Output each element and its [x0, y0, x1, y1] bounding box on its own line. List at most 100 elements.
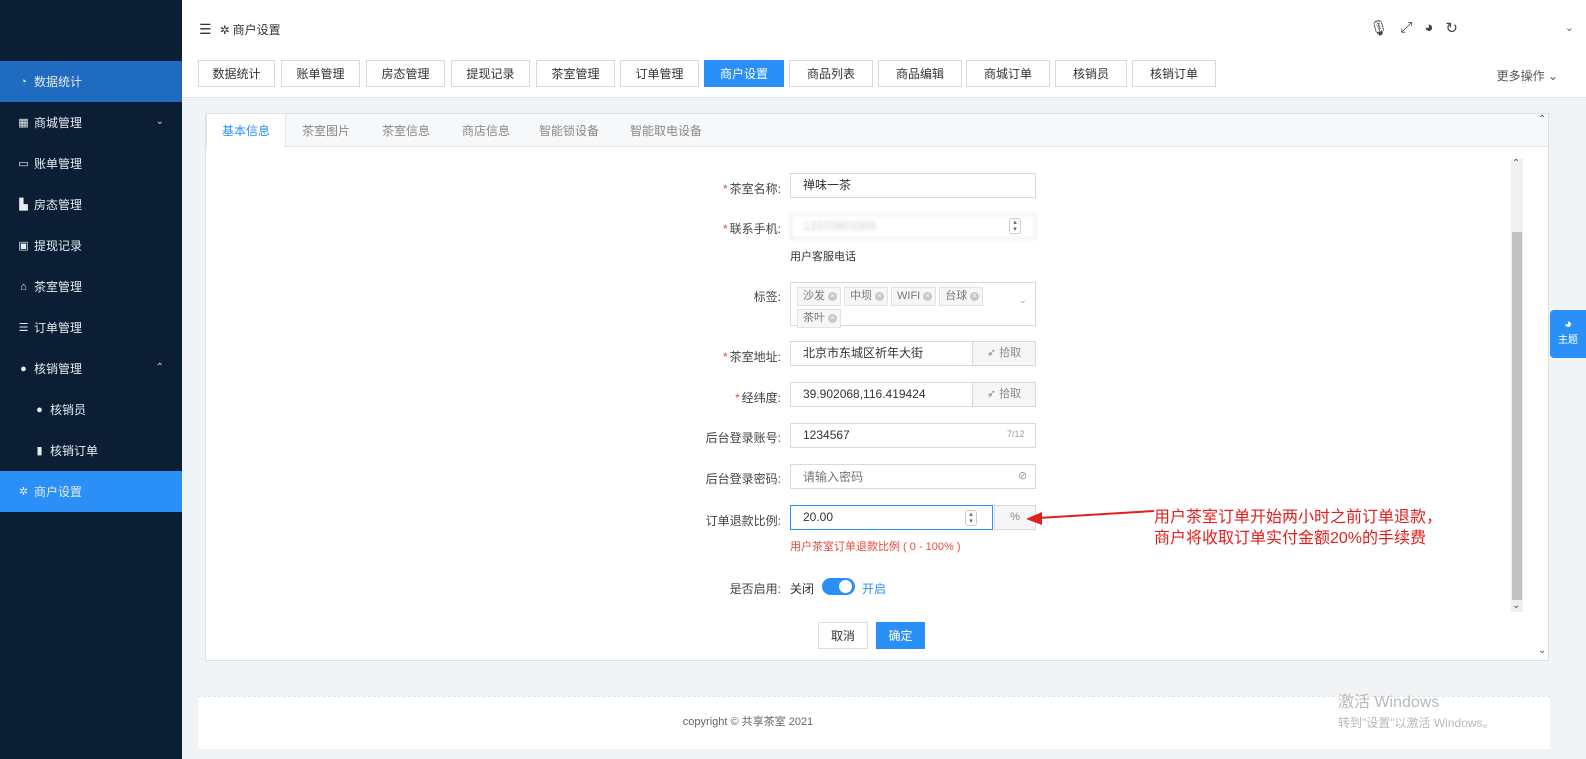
sidebar-item-tearoom[interactable]: ⌂ 茶室管理	[0, 266, 182, 307]
tab-tearoom[interactable]: 茶室管理	[536, 60, 615, 87]
tag-chip: 台球 ×	[939, 287, 984, 306]
tab-store-info[interactable]: 商店信息	[446, 114, 526, 146]
tab-product-list[interactable]: 商品列表	[789, 60, 873, 87]
cancel-button[interactable]: 取消	[818, 622, 868, 649]
tab-smart-lock[interactable]: 智能锁设备	[526, 114, 612, 146]
name-label: * 茶室名称:	[722, 182, 781, 196]
latlng-input[interactable]: 39.902068,116.419424	[790, 382, 973, 407]
tab-smart-power[interactable]: 智能取电设备	[612, 114, 720, 146]
page-tabs: 数据统计 账单管理 房态管理 提现记录 茶室管理 订单管理 商户设置 商品列表 …	[182, 52, 1586, 98]
close-icon[interactable]: ×	[828, 291, 837, 301]
watermark-line1: 激活 Windows	[1338, 694, 1440, 711]
dashboard-icon: ◔	[20, 75, 27, 88]
tab-mall-orders[interactable]: 商城订单	[966, 60, 1050, 87]
close-icon[interactable]: ×	[828, 313, 837, 323]
bill-icon: ▭	[18, 157, 29, 170]
refresh-icon[interactable]: ↻	[1445, 19, 1458, 37]
sidebar-item-label: 提现记录	[34, 239, 83, 253]
location-icon: ➶	[986, 347, 997, 359]
windows-watermark: 激活 Windows 转到"设置"以激活 Windows。	[1338, 688, 1495, 731]
refund-input[interactable]: 20.00	[790, 505, 993, 530]
account-counter: 7/12	[1007, 429, 1025, 439]
tab-verifier[interactable]: 核销员	[1055, 60, 1127, 87]
enable-toggle[interactable]	[822, 578, 855, 595]
footer-copyright: copyright © 共享茶室 2021	[682, 716, 814, 728]
tab-orders[interactable]: 订单管理	[620, 60, 699, 87]
chart-icon: ▙	[19, 198, 28, 211]
theme-tab[interactable]: ◕ 主题	[1550, 310, 1586, 358]
palette-icon[interactable]: ◕	[1424, 19, 1433, 37]
mic-off-icon[interactable]: 🎙	[1369, 19, 1388, 37]
sidebar-item-verify-orders[interactable]: ▮ 核销订单	[0, 430, 182, 471]
page-title: 商户设置	[232, 23, 281, 37]
settings-panel: 基本信息 茶室图片 茶室信息 商店信息 智能锁设备 智能取电设备 * 茶室名称: …	[205, 113, 1549, 661]
phone-input[interactable]: 13370903368	[790, 214, 1036, 239]
tab-merchant-settings[interactable]: 商户设置	[704, 60, 784, 87]
tab-bill[interactable]: 账单管理	[281, 60, 360, 87]
annotation-line1: 用户茶室订单开始两小时之前订单退款，	[1154, 509, 1443, 526]
close-icon[interactable]: ×	[923, 291, 933, 301]
tab-room-images[interactable]: 茶室图片	[286, 114, 366, 146]
trash-icon: ▮	[36, 444, 43, 457]
tags-select[interactable]: 沙发 × 中坝 × WIFI × 台球 × 茶叶 × ⌄	[790, 282, 1036, 328]
phone-stepper[interactable]: ▴ ▾	[1009, 218, 1021, 234]
sidebar-item-merchant-settings[interactable]: ✲ 商户设置	[0, 471, 182, 512]
sidebar-item-bill[interactable]: ▭ 账单管理	[0, 143, 182, 184]
tab-room-status[interactable]: 房态管理	[366, 60, 445, 87]
address-input[interactable]: 北京市东城区祈年大街	[790, 341, 973, 366]
name-input[interactable]: 禅味一茶	[790, 173, 1036, 198]
sidebar-item-label: 房态管理	[34, 198, 83, 212]
tab-room-info[interactable]: 茶室信息	[366, 114, 446, 146]
list-icon: ☰	[18, 321, 29, 334]
fullscreen-icon[interactable]: ⤢	[1400, 19, 1412, 37]
palette-icon: ◕	[1564, 316, 1572, 331]
inner-tabs: 基本信息 茶室图片 茶室信息 商店信息 智能锁设备 智能取电设备	[206, 114, 1548, 147]
address-pick-button[interactable]: ➶ 拾取	[972, 341, 1036, 366]
annotation-line2: 商户将收取订单实付金额20%的手续费	[1154, 530, 1427, 547]
sidebar-item-withdraw[interactable]: ▣ 提现记录	[0, 225, 182, 266]
eye-off-icon[interactable]: ⊘	[1018, 469, 1027, 482]
phone-help: 用户客服电话	[790, 251, 856, 263]
outer-scroll-down-icon[interactable]: ⌄	[1538, 645, 1546, 656]
sidebar-item-orders[interactable]: ☰ 订单管理	[0, 307, 182, 348]
refund-stepper[interactable]: ▴ ▾	[965, 510, 977, 526]
sidebar-item-verifier[interactable]: ● 核销员	[0, 389, 182, 430]
chevron-down-icon[interactable]: ⌄	[1565, 21, 1574, 34]
sidebar-item-dashboard[interactable]: ◔ 数据统计	[0, 61, 182, 102]
tab-verify-orders[interactable]: 核销订单	[1132, 60, 1216, 87]
menu-toggle-icon[interactable]: ☰	[199, 21, 212, 38]
toggle-knob	[839, 580, 852, 593]
refund-help: 用户茶室订单退款比例 ( 0 - 100% )	[790, 541, 961, 553]
outer-scroll-up-icon[interactable]: ⌃	[1538, 114, 1546, 125]
tag-chip: WIFI ×	[891, 287, 937, 306]
more-ops-dropdown[interactable]: 更多操作 ⌄	[1497, 67, 1558, 84]
sidebar-item-label: 数据统计	[34, 75, 83, 89]
tag-chip: 茶叶 ×	[797, 309, 841, 328]
enable-label: 是否启用:	[729, 582, 781, 596]
close-icon[interactable]: ×	[970, 291, 980, 301]
sidebar-item-shop[interactable]: ▦ 商城管理 ⌄	[0, 102, 182, 143]
more-ops-label: 更多操作	[1496, 69, 1545, 83]
password-input[interactable]	[790, 464, 1036, 489]
tab-product-edit[interactable]: 商品编辑	[878, 60, 962, 87]
tab-basic-info[interactable]: 基本信息	[206, 114, 286, 147]
tab-withdraw[interactable]: 提现记录	[451, 60, 530, 87]
scroll-down-icon[interactable]: ⌄	[1512, 600, 1520, 611]
confirm-button[interactable]: 确定	[876, 622, 925, 649]
sidebar-item-label: 茶室管理	[34, 280, 83, 294]
scrollbar-thumb[interactable]	[1512, 232, 1522, 600]
latlng-pick-button[interactable]: ➶ 拾取	[972, 382, 1036, 407]
gear-icon: ✲	[219, 22, 230, 37]
sidebar-item-label: 订单管理	[34, 321, 83, 335]
enable-on-label: 开启	[862, 582, 887, 596]
sidebar-item-label: 核销员	[50, 403, 87, 417]
sidebar-item-room-status[interactable]: ▙ 房态管理	[0, 184, 182, 225]
home-icon: ⌂	[20, 280, 27, 293]
close-icon[interactable]: ×	[875, 291, 884, 301]
annotation-text: 用户茶室订单开始两小时之前订单退款， 商户将收取订单实付金额20%的手续费	[1154, 507, 1442, 549]
tab-dashboard[interactable]: 数据统计	[198, 60, 275, 87]
chevron-down-icon: ⌄	[155, 116, 164, 127]
account-input[interactable]: 1234567	[790, 423, 1036, 448]
sidebar-item-verify[interactable]: ● 核销管理 ⌃	[0, 348, 182, 389]
scroll-up-icon[interactable]: ⌃	[1512, 158, 1520, 169]
